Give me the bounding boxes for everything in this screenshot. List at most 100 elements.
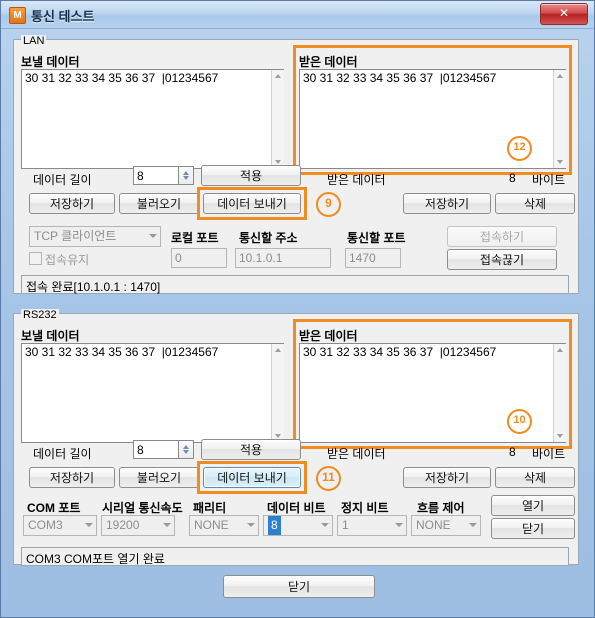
rs232-com-port-label: COM 포트 <box>27 501 81 515</box>
rs232-baud-value: 19200 <box>106 518 140 532</box>
chevron-down-icon <box>247 523 255 527</box>
rs232-close-button[interactable]: 닫기 <box>491 518 575 539</box>
rs232-recv-save-button[interactable]: 저장하기 <box>403 467 491 488</box>
rs232-com-port-value: COM3 <box>28 518 63 532</box>
spinner-down-arrow-icon <box>183 450 189 454</box>
lan-status-bar: 접속 완료[10.1.0.1 : 1470] <box>21 275 569 294</box>
lan-port-label: 통신할 포트 <box>347 231 406 245</box>
rs232-stopbits-select[interactable]: 1 <box>337 515 407 536</box>
rs232-databits-label: 데이터 비트 <box>267 501 326 515</box>
lan-local-port-input[interactable] <box>171 248 227 268</box>
lan-recv-delete-button[interactable]: 삭제 <box>495 193 575 214</box>
rs232-recv-count-value: 8 <box>509 445 516 459</box>
chevron-down-icon <box>163 523 171 527</box>
lan-mode-select[interactable]: TCP 클라이언트 <box>29 226 161 247</box>
lan-address-label: 통신할 주소 <box>239 231 298 245</box>
rs232-status-bar: COM3 COM포트 열기 완료 <box>21 547 569 566</box>
lan-send-scrollbar[interactable] <box>271 70 284 168</box>
lan-save-button[interactable]: 저장하기 <box>29 193 115 214</box>
scroll-down-arrow-icon <box>557 160 563 164</box>
rs232-stopbits-label: 정지 비트 <box>341 501 389 515</box>
rs232-length-spinner[interactable] <box>179 440 194 459</box>
lan-recv-save-button[interactable]: 저장하기 <box>403 193 491 214</box>
rs232-parity-value: NONE <box>194 518 229 532</box>
lan-port-input[interactable] <box>345 248 401 268</box>
rs232-stopbits-value: 1 <box>342 518 349 532</box>
lan-recv-count-value: 8 <box>509 171 516 185</box>
scroll-up-arrow-icon <box>557 348 563 352</box>
lan-mode-value: TCP 클라이언트 <box>34 229 117 243</box>
rs232-send-scrollbar[interactable] <box>271 344 284 442</box>
rs232-group-label: RS232 <box>21 309 59 321</box>
rs232-recv-count-unit: 바이트 <box>532 447 566 461</box>
lan-send-textarea[interactable] <box>21 69 284 169</box>
rs232-length-input[interactable] <box>133 440 179 459</box>
rs232-save-button[interactable]: 저장하기 <box>29 467 115 488</box>
lan-keepalive-label: 접속유지 <box>45 253 90 267</box>
rs232-send-label: 보낼 데이터 <box>21 329 80 343</box>
rs232-apply-button[interactable]: 적용 <box>201 439 301 460</box>
spinner-down-arrow-icon <box>183 176 189 180</box>
lan-send-data-button[interactable]: 데이터 보내기 <box>203 193 301 214</box>
rs232-send-data-button[interactable]: 데이터 보내기 <box>203 467 301 488</box>
lan-recv-label: 받은 데이터 <box>299 55 358 69</box>
rs232-load-button[interactable]: 불러오기 <box>119 467 199 488</box>
scroll-down-arrow-icon <box>275 160 281 164</box>
chevron-down-icon <box>395 523 403 527</box>
rs232-baud-select[interactable]: 19200 <box>101 515 175 536</box>
rs232-send-textarea[interactable] <box>21 343 284 443</box>
annotation-step-9: 9 <box>316 192 341 217</box>
lan-send-label: 보낼 데이터 <box>21 55 80 69</box>
rs232-baud-label: 시리얼 통신속도 <box>102 501 183 515</box>
lan-length-label: 데이터 길이 <box>33 173 92 187</box>
rs232-length-label: 데이터 길이 <box>33 447 92 461</box>
window-close-button[interactable]: ✕ <box>540 3 588 25</box>
chevron-down-icon <box>85 523 93 527</box>
scroll-down-arrow-icon <box>275 434 281 438</box>
lan-recv-count-label: 받은 데이터 <box>327 173 386 187</box>
rs232-databits-value: 8 <box>268 516 281 535</box>
rs232-recv-delete-button[interactable]: 삭제 <box>495 467 575 488</box>
lan-group-label: LAN <box>21 35 47 47</box>
rs232-parity-select[interactable]: NONE <box>189 515 259 536</box>
annotation-step-10: 10 <box>507 409 532 434</box>
rs232-recv-scrollbar[interactable] <box>553 344 566 442</box>
chevron-down-icon <box>149 234 157 238</box>
lan-load-button[interactable]: 불러오기 <box>119 193 199 214</box>
lan-length-spinner[interactable] <box>179 166 194 185</box>
rs232-flow-label: 흐름 제어 <box>417 501 465 515</box>
scroll-down-arrow-icon <box>557 434 563 438</box>
rs232-parity-label: 패리티 <box>193 501 227 515</box>
rs232-databits-select[interactable]: 8 <box>263 515 333 536</box>
spinner-up-arrow-icon <box>183 171 189 175</box>
scroll-up-arrow-icon <box>557 74 563 78</box>
annotation-step-11: 11 <box>316 466 341 491</box>
client-area: LAN 보낼 데이터 받은 데이터 12 데이터 길이 적용 받은 데이터 8 … <box>7 31 588 612</box>
app-window: M 통신 테스트 ✕ LAN 보낼 데이터 받은 데이터 12 데이터 길이 적… <box>0 0 595 618</box>
rs232-recv-label: 받은 데이터 <box>299 329 358 343</box>
lan-keepalive-checkbox[interactable]: 접속유지 <box>29 251 89 268</box>
lan-disconnect-button[interactable]: 접속끊기 <box>447 249 557 270</box>
lan-connect-button[interactable]: 접속하기 <box>447 226 557 247</box>
scroll-up-arrow-icon <box>275 74 281 78</box>
chevron-down-icon <box>321 523 329 527</box>
rs232-recv-count-label: 받은 데이터 <box>327 447 386 461</box>
annotation-step-12: 12 <box>507 136 532 161</box>
rs232-open-button[interactable]: 열기 <box>491 495 575 516</box>
dialog-close-button[interactable]: 닫기 <box>223 575 375 598</box>
chevron-down-icon <box>469 523 477 527</box>
scroll-up-arrow-icon <box>275 348 281 352</box>
window-title: 통신 테스트 <box>31 9 95 24</box>
lan-recv-count-unit: 바이트 <box>532 173 566 187</box>
app-icon: M <box>9 7 26 24</box>
lan-address-input[interactable] <box>235 248 331 268</box>
spinner-up-arrow-icon <box>183 445 189 449</box>
rs232-flow-select[interactable]: NONE <box>411 515 481 536</box>
rs232-flow-value: NONE <box>416 518 451 532</box>
lan-length-input[interactable] <box>133 166 179 185</box>
title-bar: M 통신 테스트 ✕ <box>1 1 594 29</box>
lan-local-port-label: 로컬 포트 <box>171 231 219 245</box>
lan-recv-scrollbar[interactable] <box>553 70 566 168</box>
lan-apply-button[interactable]: 적용 <box>201 165 301 186</box>
rs232-com-port-select[interactable]: COM3 <box>23 515 97 536</box>
